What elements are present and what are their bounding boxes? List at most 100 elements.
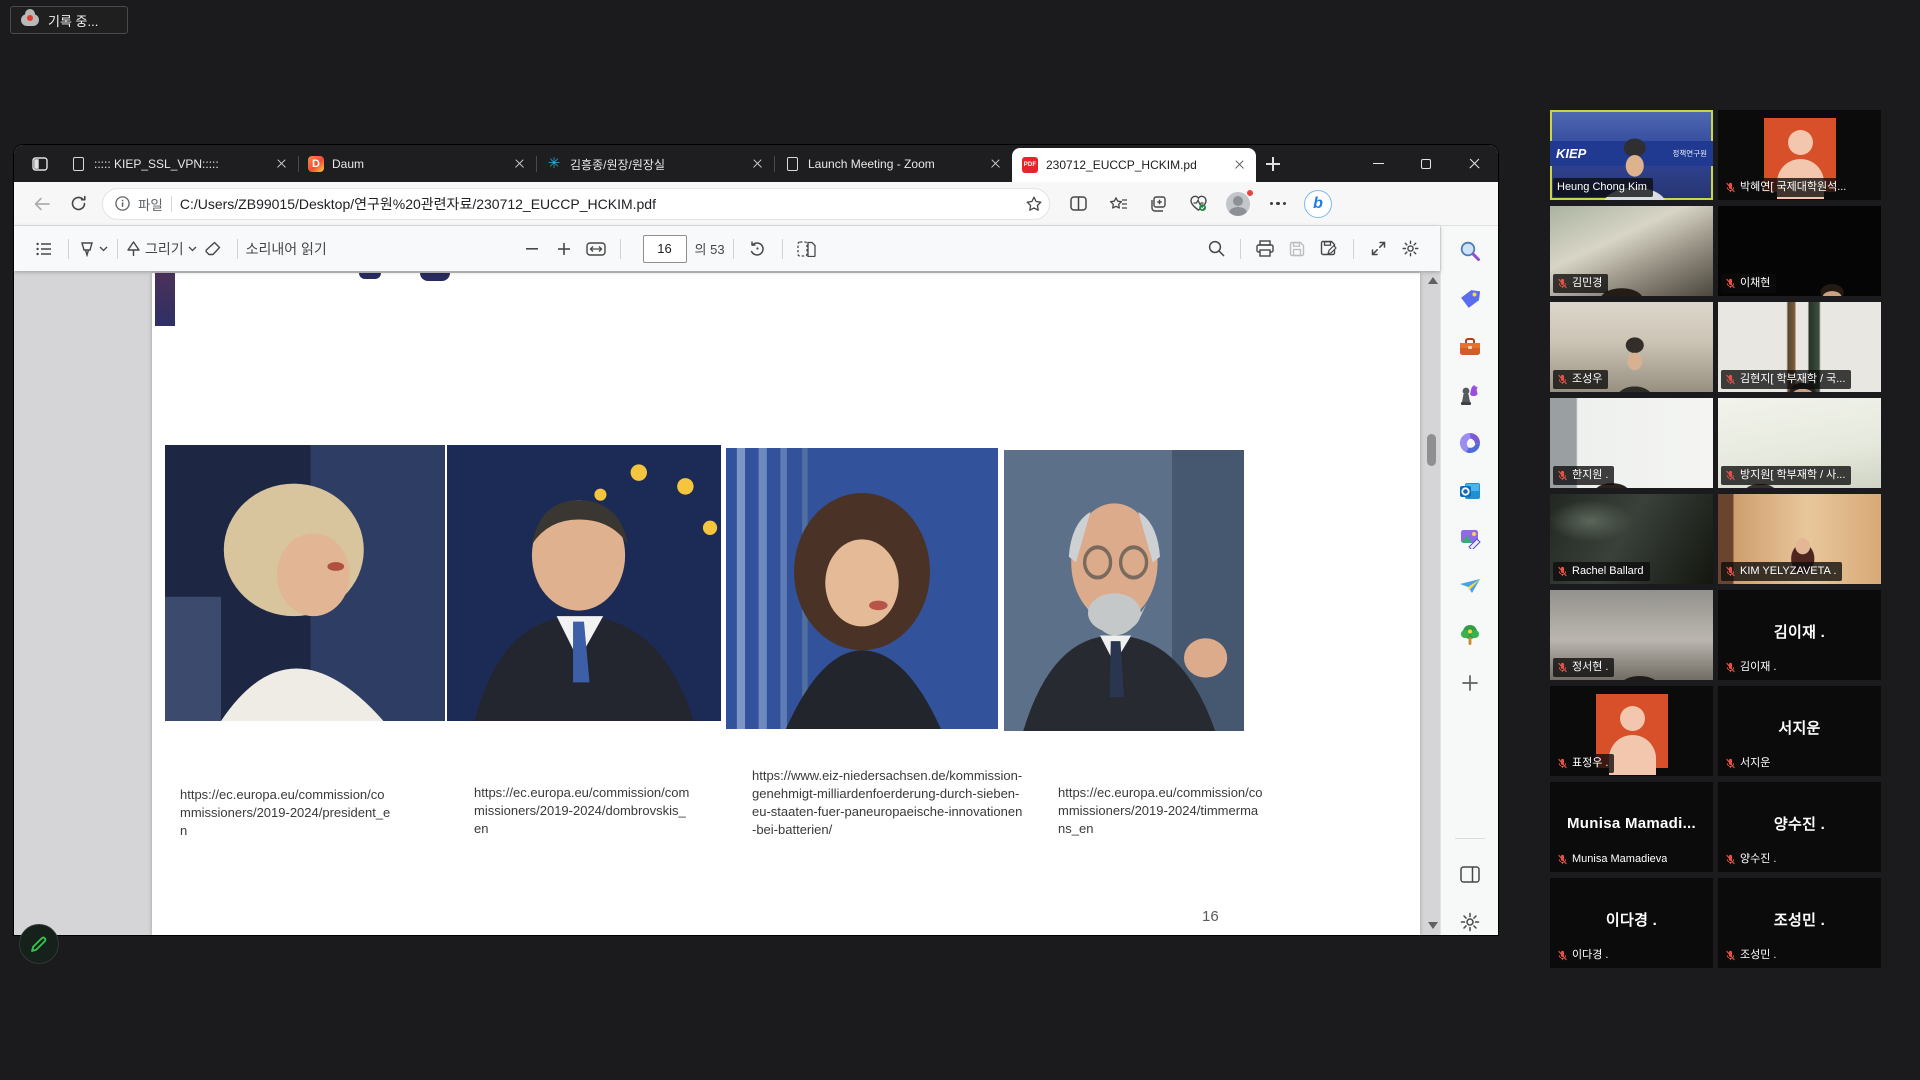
save-as-button[interactable] (1313, 233, 1345, 265)
annotation-pencil-button[interactable] (19, 924, 59, 964)
bing-chat-button[interactable]: b (1300, 187, 1336, 221)
close-icon (1468, 157, 1481, 170)
tab-pdf-active[interactable]: PDF 230712_EUCCP_HCKIM.pd (1012, 148, 1256, 182)
cropped-title-text (420, 273, 450, 281)
participant-name-label: 한지원 . (1553, 466, 1614, 485)
pen-icon (126, 241, 141, 257)
maximize-button[interactable] (1402, 145, 1450, 182)
scroll-down-arrow[interactable] (1428, 922, 1438, 929)
url-text[interactable]: C:/Users/ZB99015/Desktop/연구원%20관련자료/2307… (180, 194, 1017, 214)
muted-mic-icon (1725, 758, 1736, 769)
tab-zoom-meeting[interactable]: Launch Meeting - Zoom (774, 149, 1012, 179)
tab-close-icon[interactable] (512, 156, 528, 172)
chevron-down-icon (99, 246, 108, 252)
sidebar-tree-button[interactable] (1457, 622, 1483, 647)
page-view-button[interactable] (791, 233, 823, 265)
sidebar-search-button[interactable] (1457, 238, 1483, 263)
sidebar-toggle-button[interactable] (1457, 862, 1483, 887)
sidebar-shopping-button[interactable] (1457, 286, 1483, 311)
pdf-settings-button[interactable] (1394, 233, 1426, 265)
split-screen-button[interactable] (1060, 187, 1096, 221)
pdf-scrollbar[interactable] (1424, 271, 1440, 935)
participant-tile-4[interactable]: 이채현 (1718, 206, 1881, 296)
minimize-button[interactable] (1354, 145, 1402, 182)
sidebar-m365-button[interactable] (1457, 430, 1483, 455)
participant-tile-10[interactable]: KIM YELYZAVETA . (1718, 494, 1881, 584)
tab-title: Launch Meeting - Zoom (808, 157, 980, 171)
sidebar-tools-button[interactable] (1457, 334, 1483, 359)
participant-tile-17[interactable]: 이다경 . 이다경 . (1550, 878, 1713, 968)
participant-name-text: Munisa Mamadieva (1572, 851, 1667, 868)
participant-tile-12[interactable]: 김이재 . 김이재 . (1718, 590, 1881, 680)
sidebar-outlook-button[interactable] (1457, 478, 1483, 503)
participant-name-label: 서지운 (1721, 754, 1776, 773)
muted-mic-icon (1557, 278, 1568, 289)
print-button[interactable] (1249, 233, 1281, 265)
participant-tile-3[interactable]: 김민경 (1550, 206, 1713, 296)
table-of-contents-button[interactable] (28, 233, 60, 265)
tab-close-icon[interactable] (1232, 157, 1248, 173)
draw-button[interactable]: 그리기 (126, 233, 197, 265)
zoom-out-button[interactable] (516, 233, 548, 265)
participant-tile-7[interactable]: 한지원 . (1550, 398, 1713, 488)
tab-close-icon[interactable] (750, 156, 766, 172)
tab-kiep-ssl-vpn[interactable]: ::::: KIEP_SSL_VPN::::: (60, 149, 298, 179)
participant-tile-16[interactable]: 양수진 . 양수진 . (1718, 782, 1881, 872)
page-number-input[interactable] (643, 235, 687, 263)
tab-close-icon[interactable] (274, 156, 290, 172)
tab-close-icon[interactable] (988, 156, 1004, 172)
new-tab-button[interactable] (1256, 149, 1290, 179)
favorites-button[interactable] (1100, 187, 1136, 221)
browser-essentials-button[interactable] (1180, 187, 1216, 221)
rotate-button[interactable] (742, 233, 774, 265)
participant-tile-14[interactable]: 서지운 서지운 (1718, 686, 1881, 776)
sidebar-drop-button[interactable] (1457, 574, 1483, 599)
zoom-in-button[interactable] (548, 233, 580, 265)
participant-tile-15[interactable]: Munisa Mamadi... Munisa Mamadieva (1550, 782, 1713, 872)
save-button[interactable] (1281, 233, 1313, 265)
scroll-up-arrow[interactable] (1428, 277, 1438, 284)
participant-name-label: 김현지[ 학부재학 / 국... (1721, 370, 1851, 389)
expand-icon (1371, 241, 1386, 256)
sidebar-designer-button[interactable] (1457, 526, 1483, 551)
reload-button[interactable] (60, 187, 96, 221)
back-button[interactable] (24, 187, 60, 221)
participant-tile-6[interactable]: 김현지[ 학부재학 / 국... (1718, 302, 1881, 392)
address-bar[interactable]: 파일 C:/Users/ZB99015/Desktop/연구원%20관련자료/2… (102, 188, 1050, 220)
participant-tile-11[interactable]: 정서현 . (1550, 590, 1713, 680)
paper-plane-icon (1459, 578, 1481, 596)
settings-more-button[interactable] (1260, 187, 1296, 221)
participant-tile-8[interactable]: 방지원[ 학부재학 / 사... (1718, 398, 1881, 488)
participant-tile-18[interactable]: 조성민 . 조성민 . (1718, 878, 1881, 968)
erase-button[interactable] (197, 233, 229, 265)
pdf-viewport[interactable]: https://ec.europa.eu/commission/commissi… (14, 271, 1440, 935)
highlight-button[interactable] (77, 233, 109, 265)
favorite-star-icon[interactable] (1025, 195, 1043, 213)
scrollbar-thumb[interactable] (1427, 434, 1436, 466)
tab-daum[interactable]: D Daum (298, 149, 536, 179)
sidebar-customize-button[interactable] (1457, 670, 1483, 695)
participant-tile-9[interactable]: Rachel Ballard (1550, 494, 1713, 584)
participant-name-text: 조성우 (1572, 371, 1602, 388)
read-aloud-button[interactable]: 소리내어 읽기 (246, 233, 327, 265)
recording-indicator[interactable]: 기록 중... (10, 6, 128, 34)
collections-button[interactable] (1140, 187, 1176, 221)
edge-sidebar (1440, 226, 1498, 935)
sidebar-settings-button[interactable] (1457, 910, 1483, 935)
sidebar-games-button[interactable] (1457, 382, 1483, 407)
participant-tile-5[interactable]: 조성우 (1550, 302, 1713, 392)
fit-to-width-button[interactable] (580, 233, 612, 265)
tab-kiep-office[interactable]: ✳ 김흥종/원장/원장실 (536, 149, 774, 179)
fullscreen-button[interactable] (1362, 233, 1394, 265)
participant-tile-13[interactable]: 표정우 . (1550, 686, 1713, 776)
participant-tile-2[interactable]: 박혜연[ 국제대학원석... (1718, 110, 1881, 200)
close-button[interactable] (1450, 145, 1498, 182)
participant-tile-1[interactable]: KIEP 정책연구원 Heung Chong Kim (1550, 110, 1713, 200)
tab-actions-button[interactable] (20, 149, 60, 179)
toolbox-icon (1459, 337, 1481, 357)
profile-button[interactable] (1220, 187, 1256, 221)
search-document-button[interactable] (1200, 233, 1232, 265)
participant-name-text: 표정우 . (1572, 755, 1608, 772)
page-total-label: 의 53 (695, 239, 725, 258)
participant-name-text: 정서현 . (1572, 659, 1608, 676)
